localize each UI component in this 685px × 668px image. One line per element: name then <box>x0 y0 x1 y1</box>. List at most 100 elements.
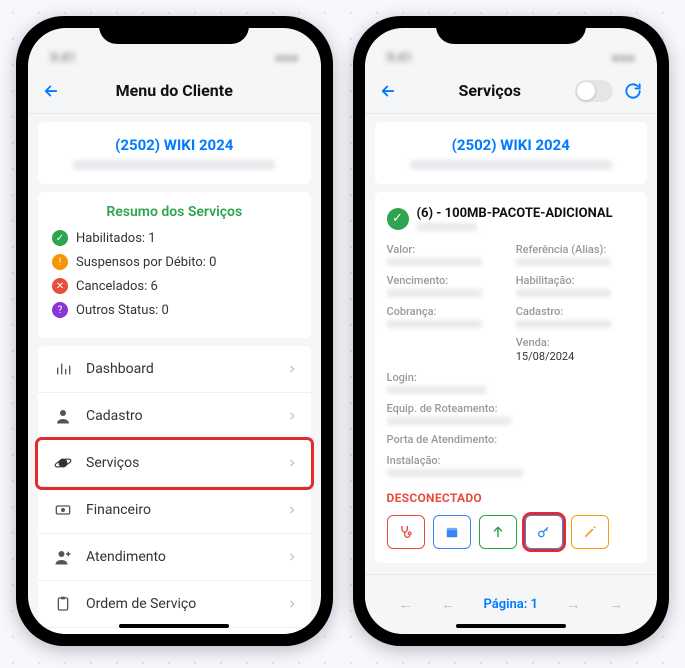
field-status: DESCONECTADO <box>387 491 636 505</box>
fields-grid: Valor: Referência (Alias): Vencimento: H… <box>387 243 636 505</box>
menu-item-financeiro[interactable]: Financeiro <box>38 487 311 534</box>
device-right: 9:41 ●●● Serviços (2502) WIKI 2024 <box>353 16 670 646</box>
field-login: Login: <box>387 371 636 394</box>
field-referencia: Referência (Alias): <box>516 243 635 266</box>
services-summary: Resumo dos Serviços ✓Habilitados: 1! Susp… <box>38 192 311 338</box>
service-card: ✓ (6) - 100MB-PACOTE-ADICIONAL Valor: Re… <box>375 192 648 563</box>
field-vencimento: Vencimento: <box>387 274 506 297</box>
screen-right: 9:41 ●●● Serviços (2502) WIKI 2024 <box>365 28 658 634</box>
clipboard-icon <box>52 594 74 614</box>
content-area: (2502) WIKI 2024 ✓ (6) - 100MB-PACOTE-AD… <box>365 114 658 574</box>
page-first[interactable]: ← <box>399 596 413 613</box>
client-card: (2502) WIKI 2024 <box>375 122 648 184</box>
summary-label: Suspensos por Débito: 0 <box>76 255 216 270</box>
client-name: (2502) WIKI 2024 <box>48 136 301 154</box>
arrow-up-icon <box>491 524 505 540</box>
chevron-right-icon <box>287 550 297 564</box>
menu-label: Atendimento <box>86 549 287 565</box>
clock-blur: 9:41 <box>387 51 413 66</box>
status-badge: ✕ <box>52 278 68 294</box>
chevron-right-icon <box>287 362 297 376</box>
action-upload[interactable] <box>479 515 517 549</box>
page-last[interactable]: → <box>609 596 623 613</box>
key-icon <box>536 524 552 540</box>
action-diagnostic[interactable] <box>387 515 425 549</box>
menu-item-atendimento[interactable]: Atendimento <box>38 534 311 581</box>
field-venda: Venda:15/08/2024 <box>516 336 635 363</box>
person-icon <box>52 406 74 426</box>
signal-blur: ●●● <box>275 50 299 66</box>
field-porta: Porta de Atendimento: <box>387 433 636 446</box>
menu-label: Cadastro <box>86 408 287 424</box>
client-card: (2502) WIKI 2024 <box>38 122 311 184</box>
chevron-right-icon <box>287 503 297 517</box>
back-button[interactable] <box>379 82 405 100</box>
chevron-right-icon <box>287 409 297 423</box>
menu-label: Ordem de Serviço <box>86 596 287 612</box>
summary-label: Outros Status: 0 <box>76 303 169 318</box>
status-badge: ! <box>52 254 68 270</box>
bar-chart-icon <box>52 359 74 379</box>
page-next[interactable]: → <box>566 596 580 613</box>
redacted-line <box>73 160 275 170</box>
menu-item-ordem-de-serviço[interactable]: Ordem de Serviço <box>38 581 311 628</box>
summary-row: ✓Habilitados: 1 <box>52 230 297 246</box>
summary-title: Resumo dos Serviços <box>52 204 297 220</box>
chevron-right-icon <box>287 597 297 611</box>
home-indicator <box>456 624 566 628</box>
menu-item-serviços[interactable]: Serviços <box>38 440 311 487</box>
menu-item-dashboard[interactable]: Dashboard <box>38 346 311 393</box>
menu-label: Serviços <box>86 455 287 471</box>
menu-item-cadastro[interactable]: Cadastro <box>38 393 311 440</box>
summary-label: Cancelados: 6 <box>76 279 158 294</box>
content-area: (2502) WIKI 2024 Resumo dos Serviços ✓Ha… <box>28 114 321 634</box>
page-prev[interactable]: ← <box>441 596 455 613</box>
summary-label: Habilitados: 1 <box>76 231 156 246</box>
person-plus-icon <box>52 547 74 567</box>
field-equip: Equip. de Roteamento: <box>387 402 636 425</box>
device-left: 9:41 ●●● Menu do Cliente (2502) WIKI 202… <box>16 16 333 646</box>
summary-rows: ✓Habilitados: 1! Suspensos por Débito: 0 ✕… <box>52 230 297 318</box>
page-title: Serviços <box>405 81 576 100</box>
field-habilitacao: Habilitação: <box>516 274 635 297</box>
menu-label: Financeiro <box>86 502 287 518</box>
stethoscope-icon <box>398 524 414 540</box>
redacted <box>417 223 477 231</box>
check-icon: ✓ <box>387 208 409 230</box>
money-icon <box>52 500 74 520</box>
arrow-left-icon <box>42 82 60 100</box>
summary-row: ✕ Cancelados: 6 <box>52 278 297 294</box>
refresh-icon <box>623 81 643 101</box>
signal-blur: ●●● <box>611 50 635 66</box>
refresh-button[interactable] <box>623 81 643 101</box>
back-button[interactable] <box>42 82 68 100</box>
pencil-icon <box>583 525 597 539</box>
notch <box>436 16 586 44</box>
service-header: ✓ (6) - 100MB-PACOTE-ADICIONAL <box>387 206 636 231</box>
menu-card: Dashboard Cadastro Serviços Financeiro A… <box>38 346 311 634</box>
service-title: (6) - 100MB-PACOTE-ADICIONAL <box>417 206 613 221</box>
action-row <box>387 515 636 549</box>
action-calendar[interactable] <box>433 515 471 549</box>
field-cobranca: Cobrança: <box>387 305 506 328</box>
menu-item-equipamentos[interactable]: Equipamentos <box>38 628 311 634</box>
screen-left: 9:41 ●●● Menu do Cliente (2502) WIKI 202… <box>28 28 321 634</box>
page-label: Página: 1 <box>483 597 537 612</box>
toggle-switch[interactable] <box>575 80 613 102</box>
client-name: (2502) WIKI 2024 <box>385 136 638 154</box>
home-indicator <box>119 624 229 628</box>
header: Menu do Cliente <box>28 68 321 114</box>
status-badge: ? <box>52 302 68 318</box>
action-key[interactable] <box>525 515 563 549</box>
field-instalacao: Instalação: <box>387 454 636 477</box>
calendar-icon <box>445 525 459 539</box>
action-edit[interactable] <box>571 515 609 549</box>
field-empty <box>387 336 506 363</box>
header: Serviços <box>365 68 658 114</box>
arrow-left-icon <box>379 82 397 100</box>
page-title: Menu do Cliente <box>68 81 281 100</box>
field-cadastro: Cadastro: <box>516 305 635 328</box>
notch <box>99 16 249 44</box>
redacted-line <box>410 160 612 170</box>
chevron-right-icon <box>287 456 297 470</box>
